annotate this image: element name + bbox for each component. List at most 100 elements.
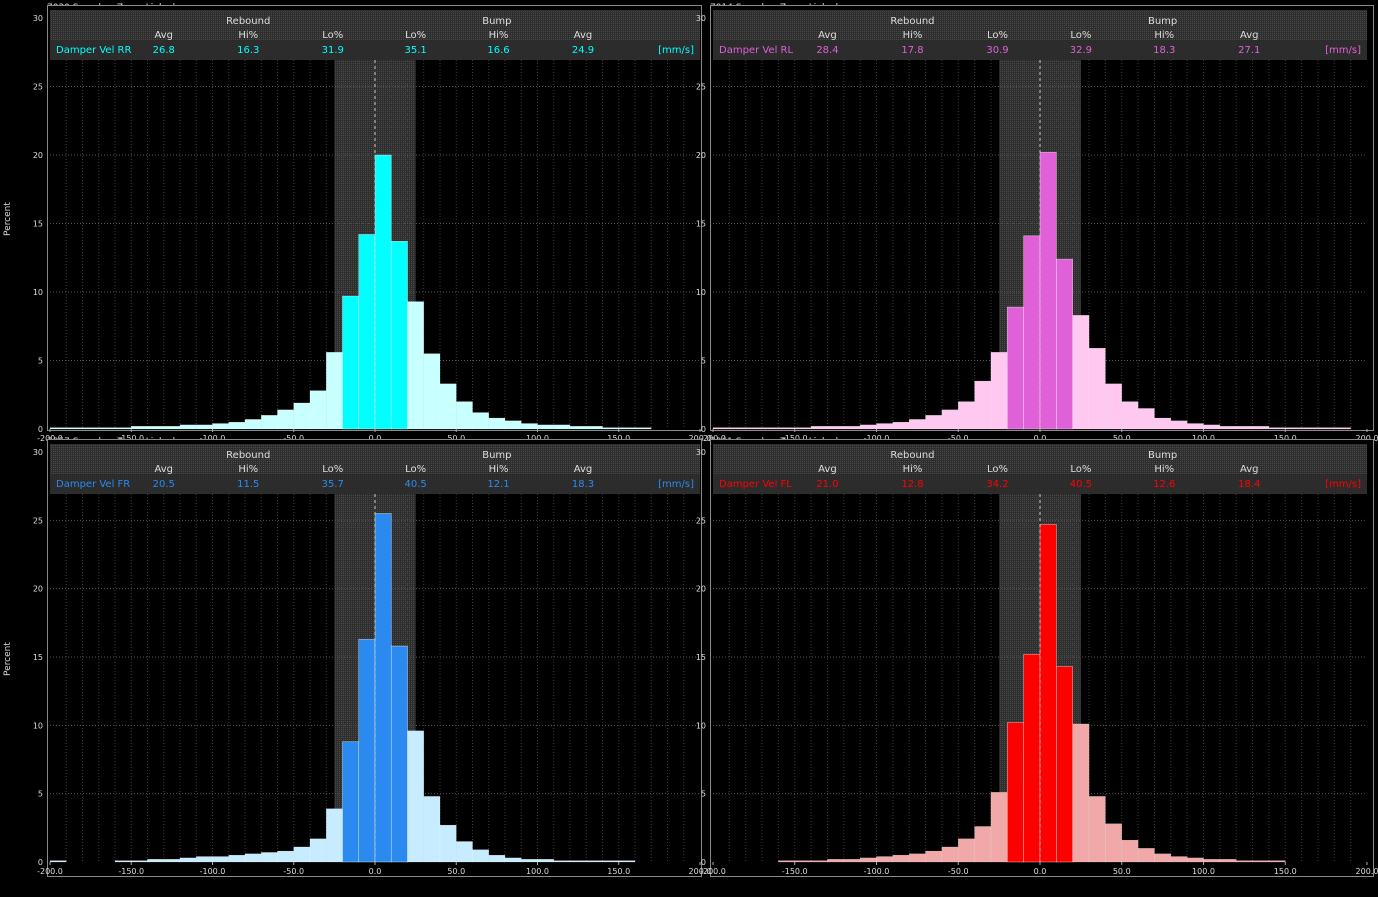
unit-label: [mm/s] (658, 45, 694, 56)
histogram-bar (326, 352, 343, 430)
series-name: Damper Vel FR (56, 479, 130, 490)
stats-value: 27.1 (1238, 45, 1260, 56)
histogram-bar (909, 853, 926, 863)
stats-value: 31.9 (322, 45, 344, 56)
x-tick-label: -50.0 (283, 867, 304, 876)
histogram-bar (1285, 427, 1302, 430)
histogram-bar (66, 427, 83, 430)
histogram-bar (827, 426, 844, 430)
histogram-bar (1317, 427, 1335, 430)
histogram-bar (827, 859, 844, 863)
histogram-bar (990, 792, 1008, 863)
stats-row-bg (713, 474, 1367, 494)
histogram-bar (712, 427, 730, 430)
histogram-bar (147, 426, 164, 430)
histogram-bar (537, 424, 554, 430)
histogram-bar (196, 424, 213, 430)
histogram-bar (472, 849, 489, 863)
y-tick-label: 10 (696, 721, 706, 730)
stats-value: 12.8 (901, 479, 923, 490)
x-tick-label: -200.0 (700, 867, 726, 876)
stats-column-header: Lo% (987, 464, 1008, 475)
stats-column-header: Hi% (1154, 464, 1174, 475)
series-name: Damper Vel RR (56, 45, 131, 56)
histogram-bar (293, 402, 311, 430)
bump-label: Bump (482, 450, 511, 461)
stats-value: 16.6 (487, 45, 509, 56)
histogram-bar (1006, 306, 1024, 430)
y-tick-label: 25 (33, 516, 43, 525)
histogram-bar (179, 424, 197, 430)
y-tick-label: 20 (33, 151, 43, 160)
histogram-bar (228, 421, 246, 430)
histogram-bar (179, 857, 197, 863)
bump-label: Bump (1148, 450, 1177, 461)
histogram-bar (1219, 426, 1237, 430)
histogram-bar (1137, 408, 1155, 430)
histogram-bar (958, 838, 975, 863)
stats-value: 34.2 (986, 479, 1008, 490)
rebound-label: Rebound (890, 16, 934, 27)
y-tick-label: 25 (33, 83, 43, 92)
unit-label: [mm/s] (1325, 45, 1361, 56)
histogram-bar (1268, 860, 1286, 863)
stats-value: 21.0 (816, 479, 838, 490)
histogram-bar (843, 426, 861, 430)
histogram-bar (1236, 860, 1253, 863)
series-name: Damper Vel FL (719, 479, 792, 490)
stats-value: 17.8 (901, 45, 923, 56)
histogram-bar (602, 427, 619, 430)
histogram-bar (114, 860, 132, 863)
x-tick-label: 150.0 (1274, 867, 1297, 876)
histogram-bar (374, 154, 392, 430)
histogram-bar (1219, 859, 1237, 863)
histogram-bar (342, 295, 360, 430)
histogram-bar (358, 234, 376, 430)
x-tick-label: -100.0 (864, 867, 890, 876)
y-tick-label: 0 (701, 425, 706, 434)
histogram-panel-fl: 7061 Samples, Zoom Linked-200.0-150.0-10… (696, 434, 1378, 882)
histogram-bar (439, 383, 457, 430)
histogram-bar (423, 353, 441, 430)
y-tick-label: 25 (696, 83, 706, 92)
x-tick-label: 50.0 (1113, 867, 1131, 876)
histogram-bar (602, 860, 619, 863)
stats-column-header: Hi% (1154, 30, 1174, 41)
histogram-bar (504, 420, 522, 430)
histogram-bar (794, 427, 812, 430)
histogram-bar (456, 841, 473, 863)
y-tick-label: 20 (696, 151, 706, 160)
histogram-bar (423, 796, 441, 863)
histogram-bar (974, 380, 992, 430)
stats-row-bg (713, 40, 1367, 60)
stats-column-header: Avg (154, 30, 173, 41)
histogram-bar (859, 424, 877, 430)
histogram-bar (1023, 653, 1041, 863)
histogram-panel-fr: 7057 Samples, Zoom LinkedPercent-200.0-1… (0, 434, 711, 882)
stats-value: 30.9 (986, 45, 1008, 56)
histogram-bar (1268, 427, 1286, 430)
histogram-panel-rr: 7030 Samples, Zoom LinkedPercent-200.0-1… (0, 0, 711, 443)
histogram-bar (618, 860, 636, 863)
histogram-bar (1088, 348, 1106, 430)
y-tick-label: 5 (701, 790, 706, 799)
histogram-bar (309, 838, 327, 863)
y-tick-label: 20 (696, 585, 706, 594)
histogram-bar (244, 419, 262, 430)
stats-column-header: Lo% (322, 464, 343, 475)
stats-value: 20.5 (153, 479, 175, 490)
stats-row-bg (50, 40, 700, 60)
histogram-bar (49, 860, 67, 863)
histogram-bar (439, 824, 457, 863)
histogram-bar (778, 860, 795, 863)
stats-value: 32.9 (1070, 45, 1092, 56)
histogram-bar (1186, 423, 1204, 430)
histogram-svg: -200.0-150.0-100.0-50.00.050.0100.0150.0… (696, 10, 1378, 443)
y-tick-label: 15 (33, 220, 43, 229)
stats-value: 12.1 (487, 479, 509, 490)
histogram-bar (925, 850, 943, 863)
histogram-bar (537, 859, 554, 863)
stats-value: 24.9 (572, 45, 594, 56)
stats-column-header: Avg (574, 464, 593, 475)
histogram-bar (569, 860, 587, 863)
